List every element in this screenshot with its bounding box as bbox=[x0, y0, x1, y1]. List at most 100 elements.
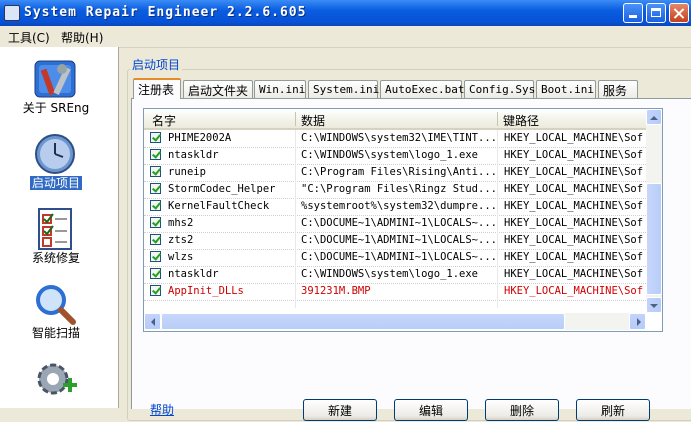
row-data: C:\WINDOWS\system\logo_1.exe bbox=[301, 149, 479, 161]
table-row[interactable]: KernelFaultCheck %systemroot%\system32\du… bbox=[144, 198, 646, 216]
close-button[interactable] bbox=[669, 3, 689, 23]
row-checkbox[interactable] bbox=[150, 200, 161, 211]
row-name: ntaskldr bbox=[168, 268, 219, 280]
row-checkbox[interactable] bbox=[150, 268, 161, 279]
row-keypath: HKEY_LOCAL_MACHINE\Sof bbox=[504, 200, 644, 212]
horizontal-scroll-thumb[interactable] bbox=[161, 313, 565, 330]
tab-boot-ini[interactable]: Boot.ini bbox=[536, 80, 596, 98]
row-data: C:\WINDOWS\system\logo_1.exe bbox=[301, 268, 479, 280]
group-title: 启动项目 bbox=[130, 56, 183, 73]
scroll-down-button[interactable] bbox=[646, 297, 662, 313]
row-name: ntaskldr bbox=[168, 149, 219, 161]
gear-plus-icon bbox=[37, 363, 77, 395]
tab-services[interactable]: 服务 bbox=[598, 80, 638, 98]
list-header: 名字 数据 键路径 bbox=[144, 109, 662, 130]
sidebar-item-label: 智能扫描 bbox=[31, 326, 80, 340]
table-row[interactable]: ntaskldr C:\WINDOWS\system\logo_1.exe HKEY… bbox=[144, 266, 646, 284]
row-checkbox[interactable] bbox=[150, 149, 161, 160]
menu-tools[interactable]: 工具(C) bbox=[8, 29, 50, 46]
row-name: AppInit_DLLs bbox=[168, 285, 244, 297]
column-separator[interactable] bbox=[295, 112, 296, 126]
menu-help[interactable]: 帮助(H) bbox=[61, 29, 103, 46]
row-data: 391231M.BMP bbox=[301, 285, 371, 297]
row-keypath: HKEY_LOCAL_MACHINE\Sof bbox=[504, 132, 644, 144]
refresh-button[interactable]: 刷新 bbox=[576, 399, 650, 421]
row-data: C:\DOCUME~1\ADMINI~1\LOCALS~... bbox=[301, 251, 497, 263]
sidebar-item-scan[interactable]: 智能扫描 bbox=[0, 272, 118, 347]
column-header-keypath[interactable]: 键路径 bbox=[503, 112, 539, 129]
table-row[interactable]: mhs2 C:\DOCUME~1\ADMINI~1\LOCALS~... HKEY_… bbox=[144, 215, 646, 233]
startup-list[interactable]: 名字 数据 键路径 PHIME2002A C:\WINDOWS\system32\… bbox=[143, 108, 663, 332]
row-checkbox[interactable] bbox=[150, 217, 161, 228]
row-data: C:\DOCUME~1\ADMINI~1\LOCALS~... bbox=[301, 217, 497, 229]
table-row[interactable]: ntaskldr C:\WINDOWS\system\logo_1.exe HKEY… bbox=[144, 147, 646, 165]
table-row[interactable]: zts2 C:\DOCUME~1\ADMINI~1\LOCALS~... HKEY_… bbox=[144, 232, 646, 250]
vertical-scroll-thumb[interactable] bbox=[646, 183, 662, 295]
sidebar-item-label: 系统修复 bbox=[31, 251, 80, 265]
column-separator[interactable] bbox=[497, 112, 498, 126]
sidebar-item-label: 启动项目 bbox=[29, 176, 82, 190]
row-keypath: HKEY_LOCAL_MACHINE\Sof bbox=[504, 268, 644, 280]
tab-config-sys[interactable]: Config.Sys bbox=[464, 80, 535, 98]
row-checkbox[interactable] bbox=[150, 285, 161, 296]
column-header-name[interactable]: 名字 bbox=[152, 112, 176, 129]
tab-win-ini[interactable]: Win.ini bbox=[254, 80, 306, 98]
window-title: System Repair Engineer 2.2.6.605 bbox=[24, 5, 307, 20]
main-panel: 启动项目 注册表 启动文件夹 Win.ini System.ini AutoEx… bbox=[119, 47, 691, 421]
minimize-button[interactable] bbox=[623, 3, 643, 23]
sidebar-item-repair[interactable]: 系统修复 bbox=[0, 197, 118, 272]
checklist-icon bbox=[38, 208, 72, 250]
row-checkbox[interactable] bbox=[150, 166, 161, 177]
table-row[interactable]: StormCodec_Helper "C:\Program Files\Ringz… bbox=[144, 181, 646, 199]
row-name: StormCodec_Helper bbox=[168, 183, 276, 195]
row-name: runeip bbox=[168, 166, 206, 178]
row-checkbox[interactable] bbox=[150, 183, 161, 194]
sidebar-item-about[interactable]: 关于 SREng bbox=[0, 47, 118, 122]
row-keypath: HKEY_LOCAL_MACHINE\Sof bbox=[504, 217, 644, 229]
sidebar-item-plugins[interactable] bbox=[0, 347, 118, 422]
new-button[interactable]: 新建 bbox=[303, 399, 377, 421]
row-data: C:\WINDOWS\system32\IME\TINT... bbox=[301, 132, 497, 144]
scroll-right-button[interactable] bbox=[629, 313, 646, 330]
delete-button[interactable]: 删除 bbox=[485, 399, 559, 421]
row-keypath: HKEY_LOCAL_MACHINE\Sof bbox=[504, 166, 644, 178]
column-header-data[interactable]: 数据 bbox=[301, 112, 325, 129]
tab-registry[interactable]: 注册表 bbox=[133, 78, 181, 99]
scroll-up-button[interactable] bbox=[646, 109, 662, 125]
menu-bar: 工具(C) 帮助(H) bbox=[0, 26, 691, 48]
table-row[interactable]: PHIME2002A C:\WINDOWS\system32\IME\TINT..… bbox=[144, 130, 646, 148]
table-row[interactable]: wlzs C:\DOCUME~1\ADMINI~1\LOCALS~... HKEY_… bbox=[144, 249, 646, 267]
tab-startup-folder[interactable]: 启动文件夹 bbox=[183, 80, 253, 98]
edit-button[interactable]: 编辑 bbox=[394, 399, 468, 421]
row-name: PHIME2002A bbox=[168, 132, 232, 144]
table-row[interactable]: runeip C:\Program Files\Rising\Anti... HKE… bbox=[144, 164, 646, 182]
tools-icon bbox=[34, 60, 76, 98]
row-data: %systemroot%\system32\dumpre... bbox=[301, 200, 497, 212]
tab-autoexec-bat[interactable]: AutoExec.bat bbox=[380, 80, 464, 98]
row-checkbox[interactable] bbox=[150, 132, 161, 143]
sidebar: 关于 SREng 启动项目 系统修复 智能扫描 bbox=[0, 47, 119, 408]
row-keypath: HKEY_LOCAL_MACHINE\Sof bbox=[504, 149, 644, 161]
row-keypath: HKEY_LOCAL_MACHINE\Sof bbox=[504, 285, 644, 297]
row-data: C:\Program Files\Rising\Anti... bbox=[301, 166, 497, 178]
vertical-scrollbar[interactable] bbox=[646, 109, 662, 313]
row-checkbox[interactable] bbox=[150, 251, 161, 262]
horizontal-scrollbar[interactable] bbox=[144, 313, 646, 330]
row-checkbox[interactable] bbox=[150, 234, 161, 245]
column-gridline bbox=[497, 130, 498, 308]
row-data: "C:\Program Files\Ringz Stud... bbox=[301, 183, 497, 195]
row-name: zts2 bbox=[168, 234, 194, 246]
help-link[interactable]: 帮助 bbox=[150, 401, 174, 418]
row-name: KernelFaultCheck bbox=[168, 200, 270, 212]
maximize-button[interactable] bbox=[646, 3, 666, 23]
title-bar[interactable]: System Repair Engineer 2.2.6.605 bbox=[0, 0, 691, 26]
column-gridline bbox=[295, 130, 296, 308]
tab-system-ini[interactable]: System.ini bbox=[308, 80, 379, 98]
table-row[interactable]: AppInit_DLLs 391231M.BMP HKEY_LOCAL_MACHIN… bbox=[144, 283, 646, 301]
row-name: wlzs bbox=[168, 251, 194, 263]
row-keypath: HKEY_LOCAL_MACHINE\Sof bbox=[504, 251, 644, 263]
sidebar-item-label: 关于 SREng bbox=[22, 101, 90, 115]
sidebar-item-startup[interactable]: 启动项目 bbox=[0, 122, 118, 197]
row-name: mhs2 bbox=[168, 217, 194, 229]
scroll-left-button[interactable] bbox=[144, 313, 161, 330]
